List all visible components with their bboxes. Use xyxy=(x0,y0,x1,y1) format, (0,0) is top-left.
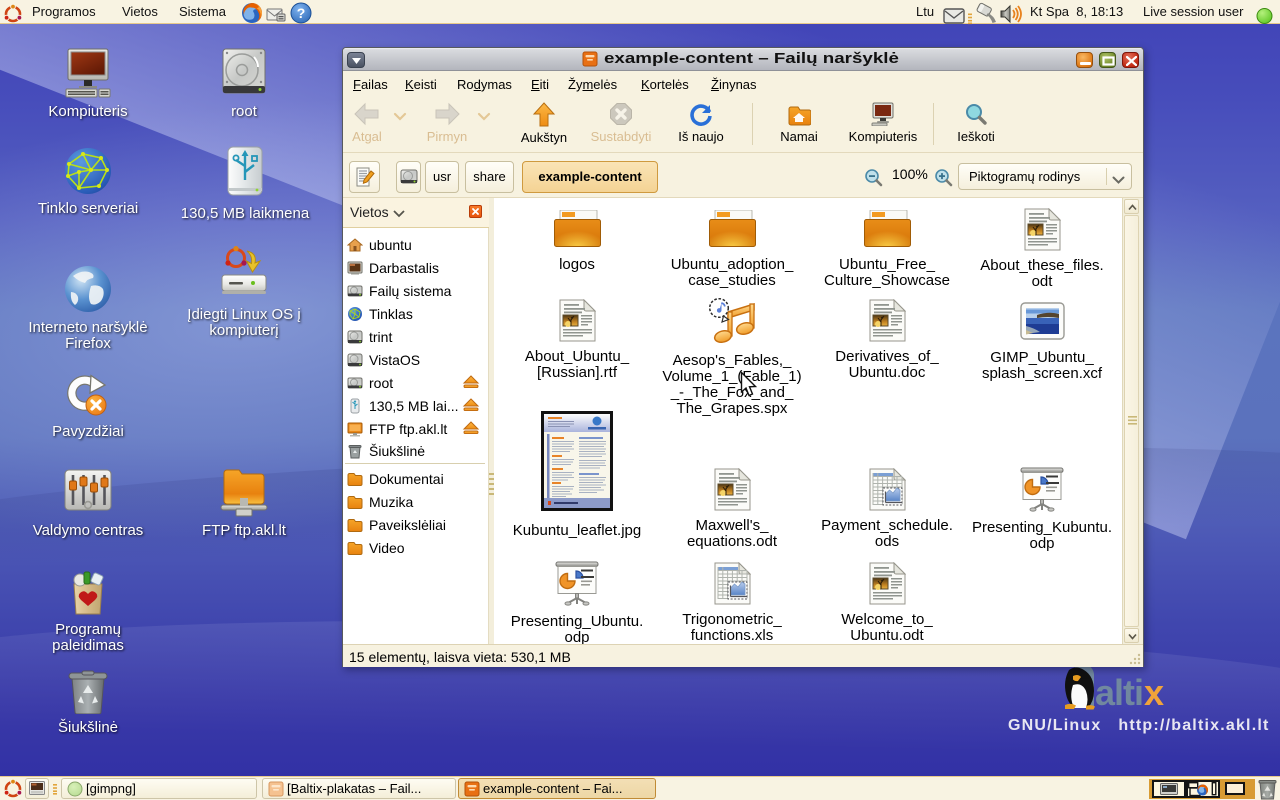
svg-text:?: ? xyxy=(297,5,306,21)
svg-text:x: x xyxy=(1144,672,1164,712)
svg-text:alti: alti xyxy=(1095,672,1143,712)
